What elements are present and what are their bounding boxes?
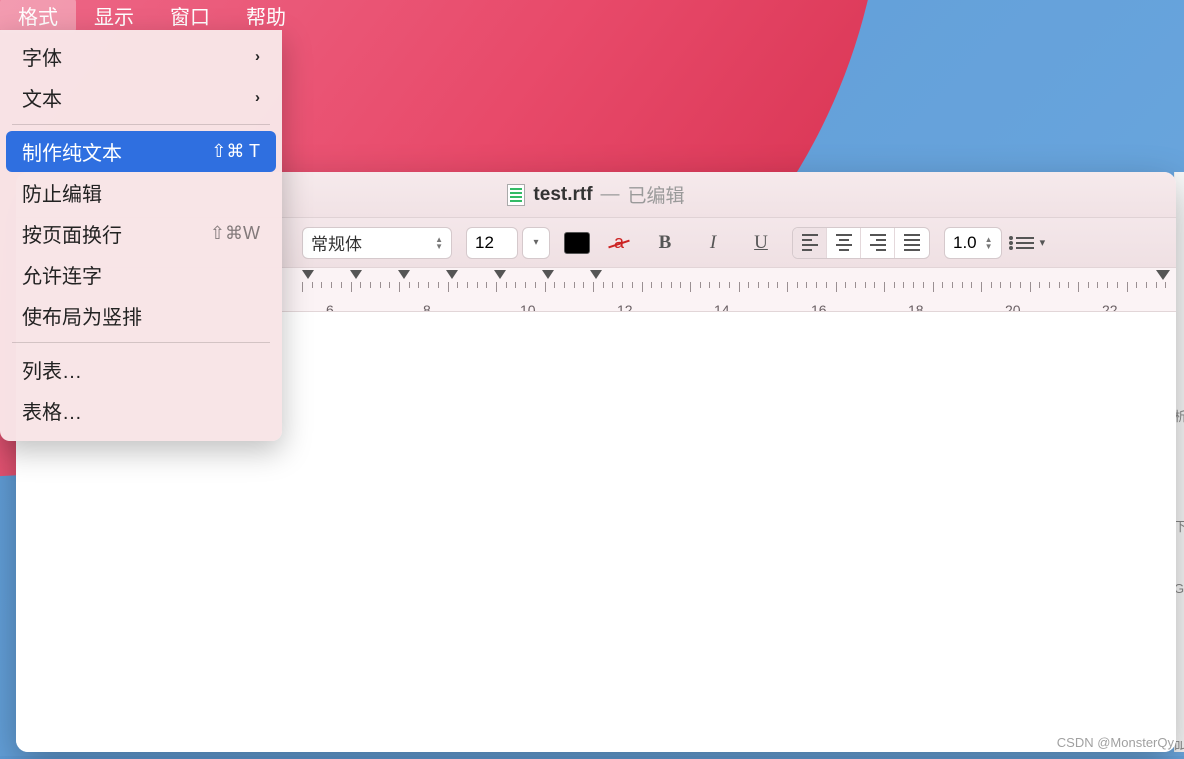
menu-item-label: 防止编辑 xyxy=(22,178,102,207)
align-justify-icon xyxy=(904,234,920,251)
align-center-button[interactable] xyxy=(827,228,861,258)
text-color-swatch[interactable] xyxy=(564,232,590,254)
menu-item-allow-ligature[interactable]: 允许连字 xyxy=(6,254,276,295)
window-title-filename: test.rtf xyxy=(533,184,592,206)
align-right-icon xyxy=(870,234,886,251)
chevron-right-icon: › xyxy=(255,48,260,65)
menu-item-label: 列表… xyxy=(22,355,82,384)
menu-item-label: 使布局为竖排 xyxy=(22,301,142,330)
menu-item-label: 允许连字 xyxy=(22,260,102,289)
menu-item-label: 按页面换行 xyxy=(22,219,122,248)
ruler-label: 20 xyxy=(1005,302,1021,312)
menu-item-font[interactable]: 字体 › xyxy=(6,36,276,77)
ruler-label: 8 xyxy=(423,302,431,312)
align-left-button[interactable] xyxy=(793,228,827,258)
tab-stop-icon[interactable] xyxy=(398,270,410,279)
list-style-button[interactable]: ▾ xyxy=(1016,236,1046,249)
italic-button[interactable]: I xyxy=(696,228,730,258)
format-dropdown: 字体 › 文本 › 制作纯文本 ⇧⌘ T 防止编辑 按页面换行 ⇧⌘W 允许连字… xyxy=(0,30,282,441)
menu-item-label: 表格… xyxy=(22,396,82,425)
menu-view[interactable]: 显示 xyxy=(76,0,152,33)
menu-shortcut: ⇧⌘ T xyxy=(211,141,260,162)
window-title-status: 已编辑 xyxy=(628,181,685,208)
tab-stop-icon[interactable] xyxy=(542,270,554,279)
menu-format[interactable]: 格式 xyxy=(0,0,76,33)
window-title-dash: — xyxy=(601,184,620,206)
font-style-value: 常规体 xyxy=(311,230,362,255)
bold-button[interactable]: B xyxy=(648,228,682,258)
ruler-label: 16 xyxy=(811,302,827,312)
menu-item-label: 字体 xyxy=(22,42,62,71)
stepper-icon: ▲▼ xyxy=(985,236,993,250)
font-style-select[interactable]: 常规体 ▲▼ xyxy=(302,227,452,259)
chevron-right-icon: › xyxy=(255,89,260,106)
watermark: CSDN @MonsterQy xyxy=(1057,735,1174,750)
underline-button[interactable]: U xyxy=(744,228,778,258)
document-icon xyxy=(507,184,525,206)
tab-stop-icon[interactable] xyxy=(446,270,458,279)
tab-stop-icon[interactable] xyxy=(590,270,602,279)
ruler-label: 14 xyxy=(714,302,730,312)
menu-item-prevent-edit[interactable]: 防止编辑 xyxy=(6,172,276,213)
line-spacing-value: 1.0 xyxy=(953,233,977,253)
chevron-down-icon: ▾ xyxy=(1040,236,1046,249)
font-size-control[interactable]: 12 ▾ xyxy=(466,227,550,259)
menu-window[interactable]: 窗口 xyxy=(152,0,228,33)
menu-item-table[interactable]: 表格… xyxy=(6,390,276,431)
line-spacing-select[interactable]: 1.0 ▲▼ xyxy=(944,227,1002,259)
menu-item-make-plain-text[interactable]: 制作纯文本 ⇧⌘ T xyxy=(6,131,276,172)
font-size-value[interactable]: 12 xyxy=(466,227,518,259)
tab-stop-icon[interactable] xyxy=(302,270,314,279)
strike-color-icon[interactable]: a xyxy=(604,229,634,257)
menu-item-label: 文本 xyxy=(22,83,62,112)
menu-item-list[interactable]: 列表… xyxy=(6,349,276,390)
menu-separator xyxy=(12,124,270,125)
menu-item-vertical-layout[interactable]: 使布局为竖排 xyxy=(6,295,276,336)
list-icon xyxy=(1016,237,1034,249)
menu-item-text[interactable]: 文本 › xyxy=(6,77,276,118)
align-justify-button[interactable] xyxy=(895,228,929,258)
align-center-icon xyxy=(836,234,852,251)
ruler-tab-stops[interactable] xyxy=(302,270,602,279)
align-left-icon xyxy=(802,234,818,251)
tab-stop-icon[interactable] xyxy=(350,270,362,279)
ruler-label: 22 xyxy=(1102,302,1118,312)
alignment-segment xyxy=(792,227,930,259)
menu-item-wrap-to-page[interactable]: 按页面换行 ⇧⌘W xyxy=(6,213,276,254)
menu-item-label: 制作纯文本 xyxy=(22,137,122,166)
menu-help[interactable]: 帮助 xyxy=(228,0,304,33)
font-size-dropdown[interactable]: ▾ xyxy=(522,227,550,259)
menu-separator xyxy=(12,342,270,343)
ruler-label: 10 xyxy=(520,302,536,312)
stepper-icon: ▲▼ xyxy=(435,236,443,250)
align-right-button[interactable] xyxy=(861,228,895,258)
ruler-label: 6 xyxy=(326,302,334,312)
menubar: 格式 显示 窗口 帮助 xyxy=(0,0,1184,30)
tab-stop-icon[interactable] xyxy=(494,270,506,279)
ruler-label: 12 xyxy=(617,302,633,312)
ruler-label: 18 xyxy=(908,302,924,312)
menu-shortcut: ⇧⌘W xyxy=(210,223,260,244)
ruler-ticks: 6810121416182022 xyxy=(302,282,1176,294)
right-margin-icon[interactable] xyxy=(1156,270,1170,280)
